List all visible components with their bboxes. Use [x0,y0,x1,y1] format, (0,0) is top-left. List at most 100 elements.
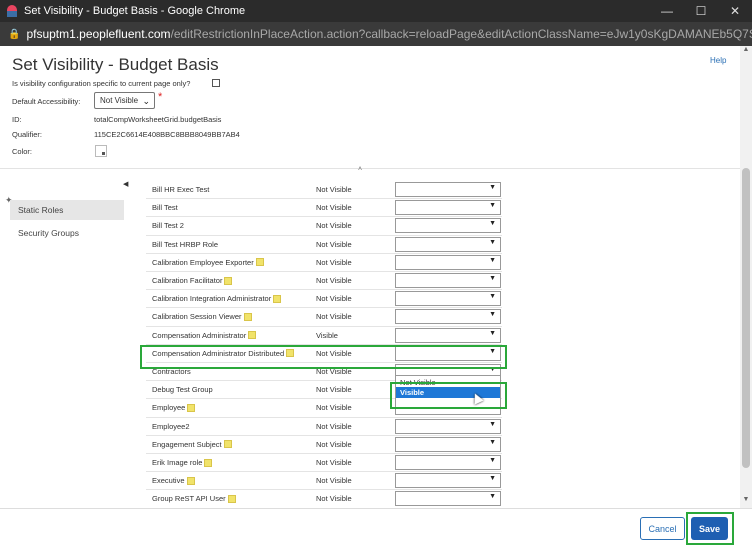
default-accessibility-value: Not Visible [100,96,139,105]
cancel-button[interactable]: Cancel [640,517,685,540]
role-name-cell: Compensation Administrator [152,330,257,340]
role-name-cell: Engagement Subject [152,440,232,449]
note-icon[interactable] [227,494,236,503]
visibility-select[interactable]: ▼ [395,309,501,325]
visibility-value: Not Visible [316,439,352,449]
visibility-select[interactable]: ▼ [395,200,501,216]
role-name-cell: Debug Test Group [152,385,213,394]
scrollbar-thumb[interactable] [742,168,750,468]
role-name-cell: Bill Test 2 [152,221,184,230]
visibility-select[interactable]: ▼ [395,254,501,270]
role-name: Group ReST API User [152,494,226,504]
chevron-down-icon: ▼ [489,329,496,337]
save-button[interactable]: Save [691,517,728,540]
visibility-select[interactable]: ▼ [395,418,501,434]
address-bar[interactable]: 🔒 pfsuptm1.peoplefluent.com /editRestric… [0,22,752,46]
note-icon[interactable] [186,476,195,485]
role-name: Engagement Subject [152,439,222,449]
chevron-down-icon: ▼ [489,438,496,446]
visibility-value: Not Visible [316,294,352,304]
page-specific-checkbox[interactable] [212,79,220,87]
role-name-cell: Calibration Session Viewer [152,312,252,321]
table-row: Bill Test 2 Not Visible ▼ [146,217,502,236]
role-name-cell: Employee2 [152,422,190,431]
visibility-select[interactable]: ▼ [395,436,501,452]
help-link[interactable]: Help [710,56,726,65]
close-icon[interactable]: ✕ [718,0,752,22]
visibility-value: Visible [316,330,338,340]
note-icon[interactable] [224,276,233,285]
role-name-cell: Executive [152,476,195,485]
scroll-up-icon[interactable]: ▲ [740,46,752,58]
table-row: Group ReST API User Not Visible ▼ [146,490,502,509]
visibility-select[interactable]: ▼ [395,291,501,307]
chevron-down-icon: ▼ [489,220,496,228]
pane-divider [0,168,740,169]
visibility-select[interactable]: ▼ [395,218,501,234]
default-accessibility-select[interactable]: Not Visible ⌄ [94,92,155,109]
visibility-select[interactable]: ▼ [395,236,501,252]
collapse-up-icon[interactable]: ˄ [358,166,362,173]
lock-icon: 🔒 [8,28,21,40]
nav-security-groups[interactable]: Security Groups [10,223,124,243]
qualifier-value: 115CE2C6614E408BBC8BBB8049BB7AB4 [94,130,240,139]
nav-item-label: Security Groups [18,228,79,238]
table-row: Calibration Integration Administrator Not… [146,290,502,309]
highlight-row [140,345,507,369]
url-path: /editRestrictionInPlaceAction.action?cal… [170,27,752,41]
visibility-select[interactable]: ▼ [395,273,501,288]
role-name: Bill Test 2 [152,221,184,231]
required-marker: * [158,91,163,103]
note-icon[interactable] [204,458,213,467]
chevron-down-icon: ⌄ [142,96,150,106]
scroll-down-icon[interactable]: ▼ [740,496,752,508]
note-icon[interactable] [255,258,264,267]
role-name: Erik Image role [152,458,203,467]
note-icon[interactable] [248,331,257,340]
table-row: Calibration Facilitator Not Visible ▼ [146,272,502,291]
visibility-select[interactable]: ▼ [395,327,501,343]
table-row: Bill Test HRBP Role Not Visible ▼ [146,236,502,254]
chevron-down-icon: ▼ [489,275,496,282]
chevron-down-icon: ▼ [489,457,496,464]
dialog-title: Set Visibility - Budget Basis [12,55,219,74]
role-name: Compensation Administrator [152,330,247,340]
note-icon[interactable] [243,312,252,321]
maximize-icon[interactable]: ☐ [684,0,718,22]
nav-static-roles[interactable]: Static Roles [10,200,124,220]
role-name-cell: Bill HR Exec Test [152,185,209,194]
note-icon[interactable] [223,440,232,449]
role-name-cell: Calibration Integration Administrator [152,294,282,303]
table-row: Compensation Administrator Visible ▼ [146,327,502,345]
role-name-cell: Bill Test [152,203,178,212]
role-name: Executive [152,476,185,486]
visibility-select[interactable]: ▼ [395,491,501,507]
role-name: Bill Test HRBP Role [152,239,218,249]
collapse-left-icon[interactable]: ◀ [123,180,128,188]
table-row: Erik Image role Not Visible ▼ [146,454,502,473]
visibility-value: Not Visible [316,221,352,231]
chevron-down-icon: ▼ [489,493,496,501]
role-name: Calibration Session Viewer [152,312,242,322]
chevron-down-icon: ▼ [489,293,496,301]
color-picker[interactable] [95,145,107,157]
nav-item-label: Static Roles [18,205,64,215]
id-value: totalCompWorksheetGrid.budgetBasis [94,115,222,124]
visibility-value: Not Visible [316,185,352,194]
role-name-cell: Bill Test HRBP Role [152,240,218,249]
minimize-icon[interactable]: — [650,0,684,22]
role-name: Bill HR Exec Test [152,185,210,194]
chevron-down-icon: ▼ [489,475,496,483]
role-name: Calibration Employee Exporter [152,257,254,267]
chevron-down-icon: ▼ [489,202,496,210]
chevron-down-icon: ▼ [489,238,496,246]
window-title: Set Visibility - Budget Basis - Google C… [24,5,246,17]
visibility-select[interactable]: ▼ [395,455,501,470]
visibility-value: Not Visible [316,476,352,486]
chevron-down-icon: ▼ [489,311,496,319]
role-name: Employee2 [152,421,190,431]
visibility-select[interactable]: ▼ [395,473,501,489]
note-icon[interactable] [187,403,196,412]
note-icon[interactable] [273,294,282,303]
visibility-select[interactable]: ▼ [395,182,501,197]
